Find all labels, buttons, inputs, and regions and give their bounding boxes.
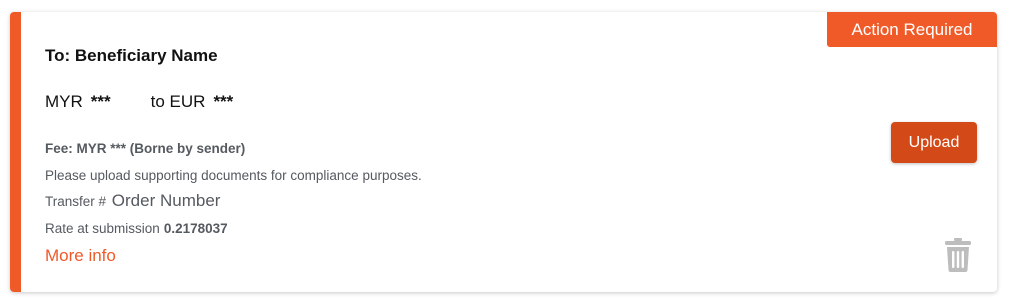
trash-icon[interactable] [944,238,972,272]
amount-line: MYR *** to EUR *** [45,92,233,112]
recipient-name: To: Beneficiary Name [45,46,218,65]
compliance-notice: Please upload supporting documents for c… [45,168,422,183]
rate-value: 0.2178037 [163,221,228,236]
rate-label: Rate at submission [45,221,160,236]
transfer-card: Action Required To: Beneficiary Name MYR… [10,12,997,292]
from-amount: *** [90,92,111,111]
to-currency: to EUR [150,92,206,111]
from-currency: MYR [45,92,83,111]
status-accent-bar [10,12,21,292]
rate-line: Rate at submission 0.2178037 [45,221,228,236]
upload-button[interactable]: Upload [891,122,977,163]
more-info-link[interactable]: More info [45,246,116,266]
fee-text: Fee: MYR *** (Borne by sender) [45,141,246,156]
transfer-value: Order Number [111,191,221,210]
transfer-label: Transfer # [45,194,107,209]
transfer-number: Transfer # Order Number [45,191,220,211]
to-amount: *** [213,92,234,111]
status-badge: Action Required [827,12,997,47]
